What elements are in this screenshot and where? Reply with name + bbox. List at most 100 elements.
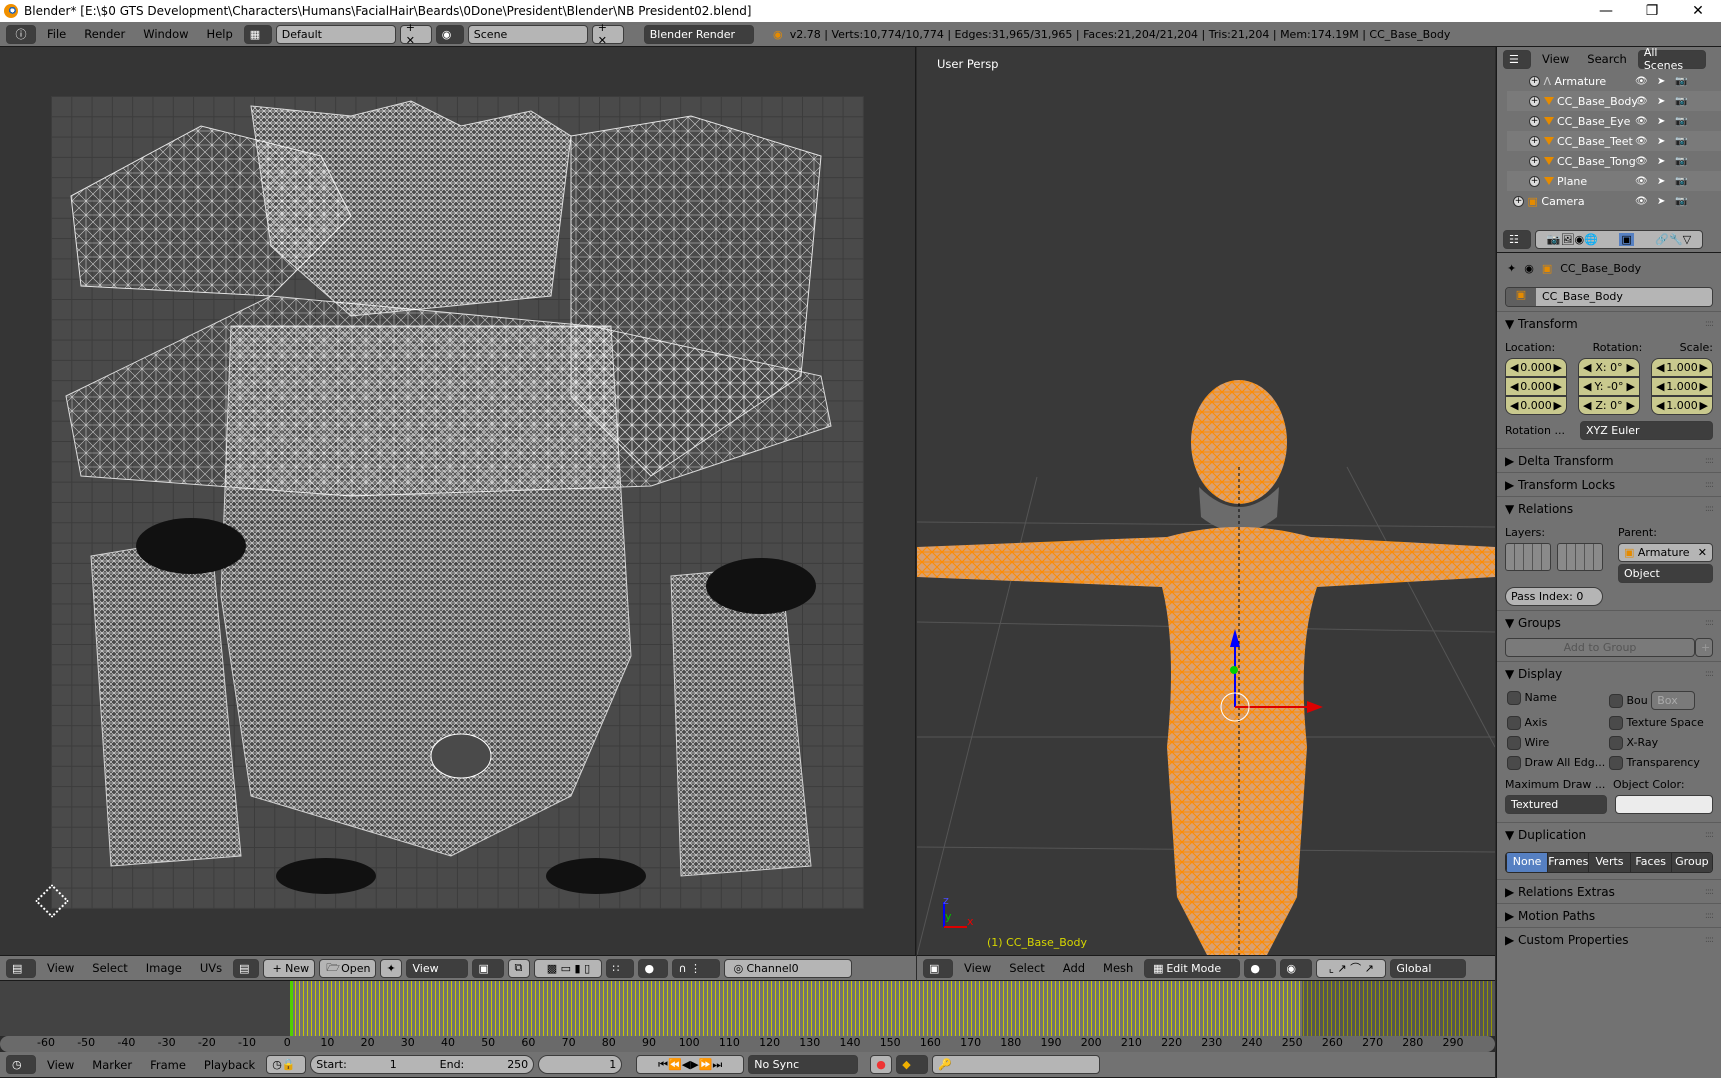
- add-to-group-button[interactable]: Add to Group: [1505, 638, 1695, 657]
- close-icon[interactable]: ✕: [1675, 0, 1721, 22]
- outliner-item[interactable]: + CC_Base_Eye 👁 ➤ 📷: [1507, 111, 1721, 131]
- outliner-item[interactable]: + CC_Base_Teet 👁 ➤ 📷: [1507, 131, 1721, 151]
- display-checkbox[interactable]: X-Ray: [1609, 736, 1711, 750]
- bounds-type-dropdown[interactable]: Box: [1651, 691, 1696, 710]
- location-field[interactable]: ◀ 0.000 ▶: [1505, 358, 1567, 377]
- current-frame-marker[interactable]: [290, 981, 293, 1036]
- display-checkbox[interactable]: Draw All Edg...: [1507, 756, 1609, 770]
- outliner-item[interactable]: + Λ Armature 👁 ➤ 📷: [1507, 71, 1721, 91]
- start-value[interactable]: 1: [390, 1058, 397, 1071]
- snap-icon[interactable]: ∩ ⋮: [672, 958, 721, 978]
- rotation-field[interactable]: ◀ X: 0° ▶: [1578, 358, 1640, 377]
- rotation-mode-dropdown[interactable]: XYZ Euler: [1580, 421, 1713, 440]
- render-engine-dropdown[interactable]: Blender Render: [643, 24, 754, 44]
- collapsed-panel[interactable]: ▶ Custom Properties::::: [1497, 927, 1721, 951]
- outliner-item-name[interactable]: Armature: [1555, 75, 1607, 88]
- duplication-option[interactable]: Faces: [1629, 853, 1671, 872]
- menu-window[interactable]: Window: [136, 27, 195, 41]
- playback-controls[interactable]: ⏮⏪◀▶⏩⏭: [636, 1055, 745, 1074]
- sync-selection-icon[interactable]: ⧉: [508, 958, 531, 978]
- image-browse-icon[interactable]: ▤: [233, 958, 260, 978]
- visibility-eye-icon[interactable]: 👁: [1635, 196, 1648, 207]
- selectable-arrow-icon[interactable]: ➤: [1657, 116, 1665, 127]
- expand-icon[interactable]: +: [1529, 155, 1540, 167]
- pin-icon[interactable]: ✦: [380, 958, 403, 978]
- parent-field[interactable]: ▣ Armature ✕: [1618, 543, 1713, 562]
- selectable-arrow-icon[interactable]: ➤: [1657, 136, 1665, 147]
- scale-field[interactable]: ◀ 1.000 ▶: [1651, 358, 1713, 377]
- timeline-area[interactable]: [0, 981, 1495, 1036]
- delta-transform-panel[interactable]: ▶ Delta Transform::::: [1497, 448, 1721, 472]
- channel-field[interactable]: ◎ Channel0: [724, 958, 853, 978]
- selectable-arrow-icon[interactable]: ➤: [1657, 196, 1665, 207]
- pivot-point-dropdown[interactable]: ◉: [1280, 958, 1313, 978]
- uv-menu-select[interactable]: Select: [85, 961, 134, 975]
- expand-icon[interactable]: +: [1529, 135, 1540, 147]
- display-checkbox[interactable]: Transparency: [1609, 756, 1711, 770]
- object-color-swatch[interactable]: [1615, 795, 1713, 814]
- tl-menu-frame[interactable]: Frame: [143, 1058, 193, 1072]
- restore-icon[interactable]: ❐: [1629, 0, 1675, 22]
- end-value[interactable]: 250: [507, 1058, 528, 1071]
- expand-icon[interactable]: +: [1529, 75, 1540, 87]
- uv-image-area[interactable]: [51, 96, 864, 909]
- uv-menu-view[interactable]: View: [40, 961, 81, 975]
- expand-icon[interactable]: +: [1513, 195, 1524, 207]
- rotation-field[interactable]: ◀ Y: -0° ▶: [1578, 377, 1640, 396]
- display-checkbox[interactable]: Name: [1507, 691, 1609, 710]
- collapsed-panel[interactable]: ▶ Relations Extras::::: [1497, 879, 1721, 903]
- display-checkbox[interactable]: Texture Space: [1609, 716, 1711, 730]
- duplication-option[interactable]: Verts: [1588, 853, 1630, 872]
- menu-file[interactable]: File: [40, 27, 73, 41]
- display-checkbox[interactable]: Wire: [1507, 736, 1609, 750]
- groups-panel-header[interactable]: ▼ Groups::::: [1497, 610, 1721, 634]
- sticky-mode-icon[interactable]: ∷: [606, 958, 635, 978]
- vp-menu-mesh[interactable]: Mesh: [1096, 961, 1140, 975]
- transform-locks-panel[interactable]: ▶ Transform Locks::::: [1497, 472, 1721, 496]
- tl-menu-playback[interactable]: Playback: [197, 1058, 262, 1072]
- context-tabs[interactable]: 📷🖼◉🌐 ▣ 🔗🔧▽: [1535, 230, 1703, 249]
- outliner-item-name[interactable]: CC_Base_Eye: [1557, 115, 1630, 128]
- expand-icon[interactable]: +: [1529, 175, 1540, 187]
- display-checkbox[interactable]: Axis: [1507, 716, 1609, 730]
- scale-field[interactable]: ◀ 1.000 ▶: [1651, 377, 1713, 396]
- scene-icon[interactable]: ◉: [435, 24, 464, 44]
- uv-menu-image[interactable]: Image: [139, 961, 189, 975]
- keying-set-field[interactable]: 🔑: [932, 1055, 1101, 1074]
- uv-view-mode-dropdown[interactable]: View: [406, 958, 469, 978]
- clear-parent-icon[interactable]: ✕: [1698, 546, 1707, 559]
- render-camera-icon[interactable]: 📷: [1675, 116, 1687, 127]
- open-image-button[interactable]: 🗁 Open: [319, 958, 377, 978]
- rotation-field[interactable]: ◀ Z: 0° ▶: [1578, 396, 1640, 415]
- scale-field[interactable]: ◀ 1.000 ▶: [1651, 396, 1713, 415]
- shading-dropdown[interactable]: ●: [1244, 958, 1277, 978]
- selectable-arrow-icon[interactable]: ➤: [1657, 76, 1665, 87]
- menu-help[interactable]: Help: [200, 27, 240, 41]
- render-camera-icon[interactable]: 📷: [1675, 96, 1687, 107]
- visibility-eye-icon[interactable]: 👁: [1635, 76, 1648, 87]
- record-icon[interactable]: ●: [870, 1055, 893, 1074]
- 3d-viewport[interactable]: User Persp z y x (1) CC_Base_Body: [917, 47, 1495, 955]
- visibility-eye-icon[interactable]: 👁: [1635, 136, 1648, 147]
- render-camera-icon[interactable]: 📷: [1675, 196, 1687, 207]
- max-draw-dropdown[interactable]: Textured: [1505, 795, 1607, 814]
- scene-filter-dropdown[interactable]: All Scenes: [1637, 46, 1706, 72]
- parent-type-dropdown[interactable]: Object: [1618, 564, 1713, 583]
- outliner-menu-view[interactable]: View: [1535, 52, 1576, 66]
- add-group-plus-icon[interactable]: +: [1695, 638, 1713, 657]
- object-browse-icon[interactable]: ▣: [1506, 288, 1536, 306]
- render-camera-icon[interactable]: 📷: [1675, 156, 1687, 167]
- collapsed-panel[interactable]: ▶ Motion Paths::::: [1497, 903, 1721, 927]
- duplication-panel-header[interactable]: ▼ Duplication::::: [1497, 822, 1721, 846]
- tl-menu-marker[interactable]: Marker: [85, 1058, 139, 1072]
- location-field[interactable]: ◀ 0.000 ▶: [1505, 396, 1567, 415]
- manipulator-buttons[interactable]: ⌞ ↗ ⌒ ↗: [1316, 958, 1387, 978]
- display-checkbox[interactable]: Bou Box: [1609, 691, 1711, 710]
- object-tab-icon[interactable]: ▣: [1619, 233, 1634, 246]
- vp-menu-select[interactable]: Select: [1002, 961, 1051, 975]
- transform-panel-header[interactable]: ▼ Transform::::: [1497, 311, 1721, 335]
- object-name-field[interactable]: ▣ CC_Base_Body: [1505, 287, 1713, 307]
- selectable-arrow-icon[interactable]: ➤: [1657, 156, 1665, 167]
- minimize-icon[interactable]: —: [1583, 0, 1629, 22]
- vp-menu-view[interactable]: View: [957, 961, 998, 975]
